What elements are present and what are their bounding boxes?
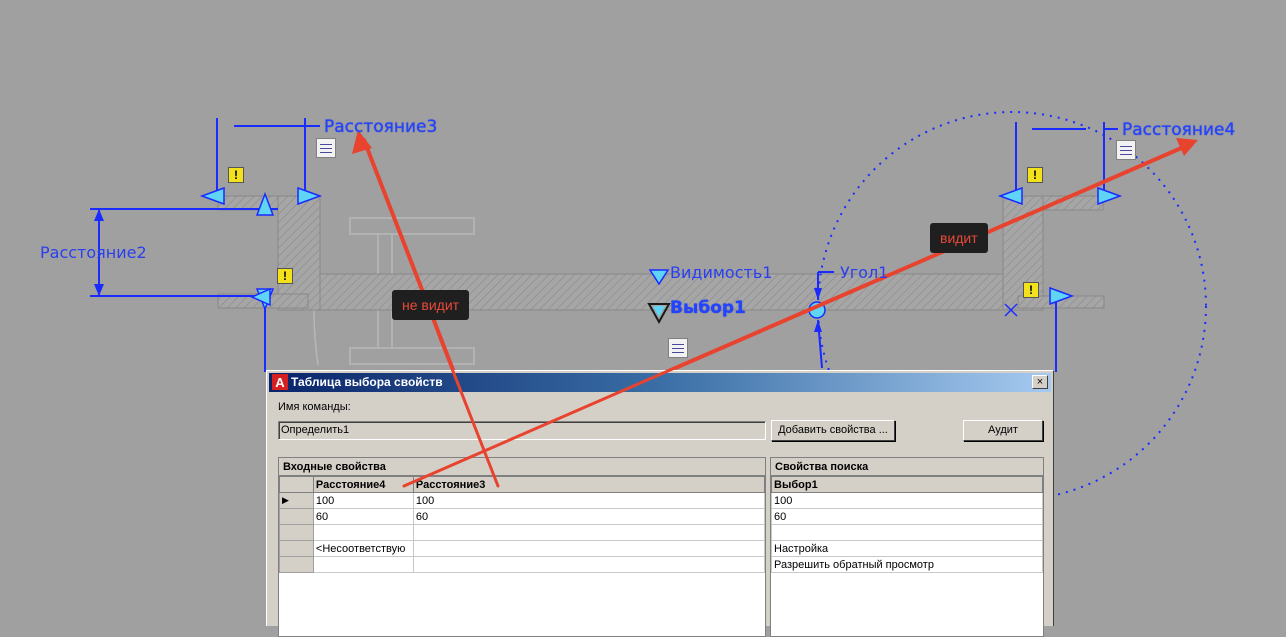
table-row[interactable]: ▶ 100 100 <box>279 492 765 509</box>
grid-corner <box>279 476 314 493</box>
warning-badge[interactable]: ! <box>1027 167 1043 183</box>
row-header[interactable] <box>279 540 314 557</box>
row-header[interactable] <box>279 556 314 573</box>
column-header[interactable]: Расстояние4 <box>312 476 414 493</box>
grid-cell[interactable]: 100 <box>771 492 1043 509</box>
command-name-field[interactable]: Определить1 <box>278 421 766 440</box>
grid-cell[interactable]: <Несоответствую <box>312 540 414 557</box>
add-properties-button[interactable]: Добавить свойства ... <box>771 420 895 441</box>
lookup-table-icon[interactable] <box>316 138 336 158</box>
input-properties-panel: Входные свойства Расстояние4 Расстояние3… <box>278 457 766 637</box>
parameter-label-lookup: Выбор1 <box>670 298 746 318</box>
row-header[interactable] <box>279 524 314 541</box>
table-row[interactable]: Настройка <box>771 540 1043 557</box>
grid-cell[interactable] <box>412 556 765 573</box>
column-header[interactable]: Расстояние3 <box>412 476 765 493</box>
lookup-table-icon[interactable] <box>1116 140 1136 160</box>
warning-badge[interactable]: ! <box>277 268 293 284</box>
lookup-properties-grid: Выбор1 100 60 Настройка Разрешить обратн… <box>771 476 1043 573</box>
grip-right-b <box>1097 186 1123 206</box>
dimension-label-distance3: Расстояние3 <box>324 117 438 137</box>
input-properties-header: Входные свойства <box>279 458 765 476</box>
input-properties-grid: Расстояние4 Расстояние3 ▶ 100 100 60 60 <box>279 476 765 573</box>
grid-cell[interactable] <box>312 524 414 541</box>
warning-badge[interactable]: ! <box>228 167 244 183</box>
table-row[interactable]: 100 <box>771 492 1043 509</box>
grid-cell[interactable]: 100 <box>412 492 765 509</box>
dimension-label-distance2: Расстояние2 <box>40 243 147 262</box>
table-row[interactable] <box>771 524 1043 541</box>
row-header[interactable]: ▶ <box>279 492 314 509</box>
table-row[interactable] <box>279 524 765 541</box>
grid-cell[interactable]: 60 <box>412 508 765 525</box>
grid-cell[interactable]: 60 <box>771 508 1043 525</box>
grid-cell[interactable] <box>312 556 414 573</box>
parameter-label-angle: Угол1 <box>840 263 889 282</box>
command-name-label: Имя команды: <box>278 401 351 413</box>
table-row[interactable]: 60 <box>771 508 1043 525</box>
table-row[interactable] <box>279 556 765 573</box>
property-lookup-dialog: A Таблица выбора свойств × Имя команды: … <box>266 370 1054 637</box>
lookup-table-icon[interactable] <box>668 338 688 358</box>
row-header[interactable] <box>279 508 314 525</box>
callout-not-sees: не видит <box>392 290 470 320</box>
warning-badge[interactable]: ! <box>1023 282 1039 298</box>
dialog-titlebar[interactable]: A Таблица выбора свойств × <box>269 373 1051 392</box>
table-row[interactable]: <Несоответствую <box>279 540 765 557</box>
grid-cell[interactable] <box>771 524 1043 541</box>
grid-cell[interactable]: 100 <box>312 492 414 509</box>
callout-sees: видит <box>930 223 988 253</box>
grip-left-a <box>199 186 225 206</box>
audit-button[interactable]: Аудит <box>963 420 1043 441</box>
grid-cell[interactable]: 60 <box>312 508 414 525</box>
column-header[interactable]: Выбор1 <box>771 476 1043 493</box>
dialog-title: Таблица выбора свойств <box>291 375 443 389</box>
close-button[interactable]: × <box>1032 375 1048 389</box>
grid-cell[interactable] <box>412 540 765 557</box>
grid-cell[interactable] <box>412 524 765 541</box>
dimension-label-distance4: Расстояние4 <box>1122 120 1236 140</box>
table-row[interactable]: 60 60 <box>279 508 765 525</box>
table-row[interactable]: Разрешить обратный просмотр <box>771 556 1043 573</box>
grid-cell[interactable]: Настройка <box>771 540 1043 557</box>
shaft-geometry <box>217 195 1105 311</box>
lookup-properties-header: Свойства поиска <box>771 458 1043 476</box>
grid-cell[interactable]: Разрешить обратный просмотр <box>771 556 1043 573</box>
lookup-properties-panel: Свойства поиска Выбор1 100 60 Настройка … <box>770 457 1044 637</box>
autocad-logo-icon: A <box>272 374 288 390</box>
parameter-label-visibility: Видимость1 <box>670 263 773 282</box>
